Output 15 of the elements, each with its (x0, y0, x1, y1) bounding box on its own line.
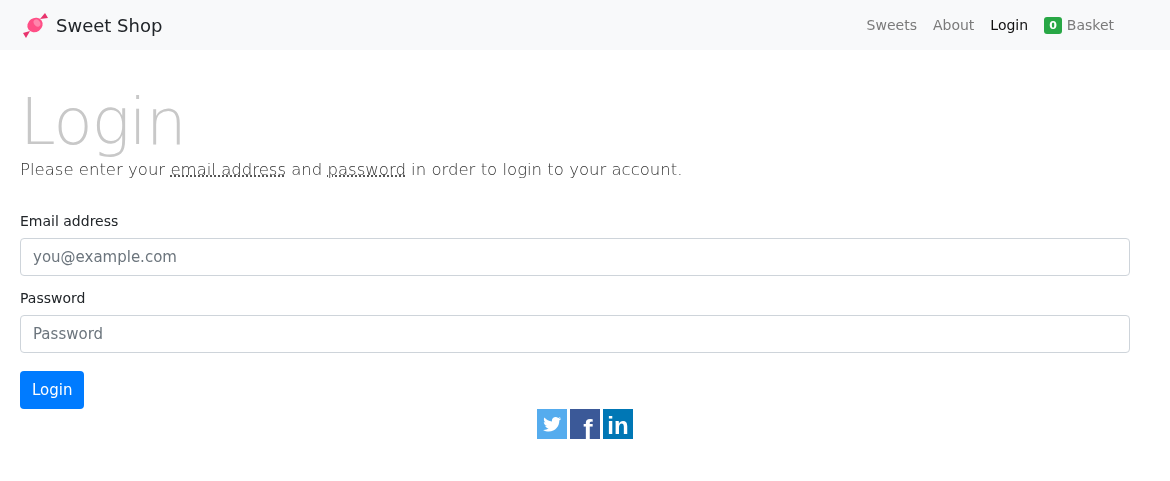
facebook-icon[interactable]: f (570, 408, 600, 439)
linkedin-icon[interactable]: in (603, 408, 633, 439)
nav-link[interactable]: About (924, 17, 983, 33)
field-label: Password (20, 289, 87, 306)
nav-link[interactable]: Sweets (858, 17, 925, 33)
intro-text: Please enter your email address and password in order to login to your account. (20, 159, 684, 179)
nav-link[interactable]: Login (982, 17, 1037, 33)
brand-link[interactable]: Sweet Shop (56, 14, 163, 36)
input-field[interactable]: Password (20, 314, 1130, 353)
field-label: Email address (20, 212, 120, 229)
twitter-icon[interactable] (537, 408, 567, 439)
nav-link[interactable]: Basket (1061, 17, 1122, 33)
input-field[interactable]: you@example.com (20, 237, 1130, 276)
login-button[interactable]: Login (20, 370, 85, 409)
count-badge: 0 (1044, 16, 1062, 34)
